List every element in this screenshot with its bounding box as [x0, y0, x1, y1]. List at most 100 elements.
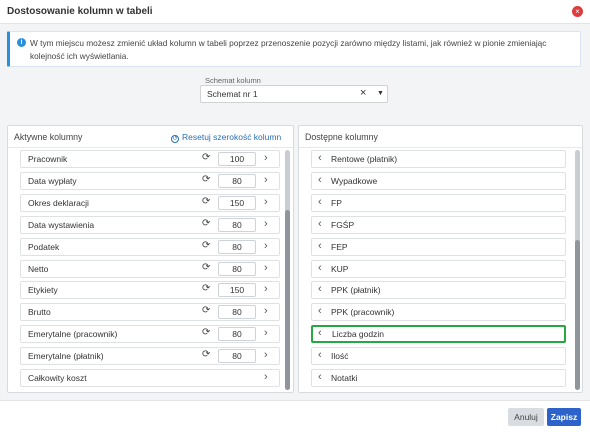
cancel-button[interactable]: Anuluj — [508, 408, 544, 426]
chevron-left-icon[interactable]: ‹ — [318, 174, 322, 186]
chevron-right-icon[interactable]: › — [264, 371, 268, 383]
chevron-right-icon[interactable]: › — [264, 218, 268, 230]
close-icon[interactable]: × — [572, 6, 583, 17]
chevron-right-icon[interactable]: › — [264, 152, 268, 164]
column-width-input[interactable]: 100 — [218, 152, 256, 166]
chevron-left-icon[interactable]: ‹ — [318, 218, 322, 230]
column-label: FGŚP — [331, 219, 355, 230]
refresh-icon[interactable]: ⟳ — [202, 262, 210, 273]
chevron-left-icon[interactable]: ‹ — [318, 240, 322, 252]
dialog-body: i W tym miejscu możesz zmienić układ kol… — [0, 24, 590, 400]
column-label: Notatki — [331, 373, 358, 383]
refresh-icon[interactable]: ⟳ — [202, 218, 210, 229]
chevron-left-icon[interactable]: ‹ — [318, 262, 322, 274]
column-label: Brutto — [28, 307, 51, 318]
available-column-row[interactable]: ‹ FP — [311, 193, 566, 212]
schema-select[interactable]: Schemat nr 1 × ▼ — [200, 85, 388, 103]
reset-width-link[interactable]: ↺ Resetuj szerokość kolumn — [171, 132, 281, 143]
available-scrollbar-thumb[interactable] — [575, 240, 580, 390]
column-label: PPK (pracownik) — [331, 307, 395, 318]
active-column-row[interactable]: Etykiety ⟳ 150 › — [20, 281, 280, 300]
info-text: W tym miejscu możesz zmienić układ kolum… — [30, 38, 547, 61]
info-icon: i — [17, 38, 26, 47]
active-scrollbar-thumb[interactable] — [285, 210, 290, 390]
chevron-right-icon[interactable]: › — [264, 174, 268, 186]
column-label: Okres deklaracji — [28, 197, 89, 208]
refresh-icon[interactable]: ⟳ — [202, 327, 210, 338]
refresh-icon[interactable]: ⟳ — [202, 240, 210, 251]
clear-icon[interactable]: × — [360, 87, 366, 99]
active-column-row[interactable]: Data wystawienia ⟳ 80 › — [20, 215, 280, 234]
column-width-input[interactable]: 80 — [218, 217, 256, 232]
chevron-left-icon[interactable]: ‹ — [318, 196, 322, 208]
save-button[interactable]: Zapisz — [547, 408, 581, 426]
refresh-icon[interactable]: ⟳ — [202, 152, 210, 163]
active-column-row[interactable]: Emerytalne (pracownik) ⟳ 80 › — [20, 325, 280, 344]
column-label: KUP — [331, 263, 349, 274]
chevron-left-icon[interactable]: ‹ — [318, 283, 322, 295]
column-width-input[interactable]: 80 — [218, 261, 256, 276]
column-width-input[interactable]: 80 — [218, 173, 256, 188]
refresh-icon[interactable]: ⟳ — [202, 349, 210, 360]
available-columns-header: Dostępne kolumny — [299, 126, 582, 148]
active-column-row[interactable]: Okres deklaracji ⟳ 150 › — [20, 193, 280, 212]
chevron-right-icon[interactable]: › — [264, 240, 268, 252]
column-label: Netto — [28, 263, 49, 274]
chevron-left-icon[interactable]: ‹ — [318, 371, 322, 383]
column-label: Ilość — [331, 351, 349, 362]
chevron-left-icon[interactable]: ‹ — [318, 305, 322, 317]
info-box: i W tym miejscu możesz zmienić układ kol… — [7, 31, 581, 67]
available-columns-panel: Dostępne kolumny ‹ Rentowe (płatnik) ‹ Wypa… — [298, 125, 583, 393]
available-column-row[interactable]: ‹ PPK (pracownik) — [311, 303, 566, 322]
active-scrollbar[interactable] — [285, 150, 290, 390]
chevron-right-icon[interactable]: › — [264, 349, 268, 361]
available-column-row[interactable]: ‹ PPK (płatnik) — [311, 281, 566, 300]
column-label: Emerytalne (płatnik) — [28, 351, 104, 362]
refresh-icon[interactable]: ⟳ — [202, 196, 210, 207]
active-columns-title: Aktywne kolumny — [14, 132, 83, 142]
available-column-row[interactable]: ‹ Wypadkowe — [311, 171, 566, 190]
available-column-row[interactable]: ‹ FEP — [311, 237, 566, 256]
chevron-left-icon[interactable]: ‹ — [318, 327, 322, 339]
chevron-down-icon[interactable]: ▼ — [377, 90, 384, 97]
column-label: Pracownik — [28, 154, 68, 164]
column-width-input[interactable]: 150 — [218, 283, 256, 298]
chevron-left-icon[interactable]: ‹ — [318, 349, 322, 361]
column-label: FEP — [331, 241, 348, 252]
available-column-row[interactable]: ‹ FGŚP — [311, 215, 566, 234]
column-width-input[interactable]: 150 — [218, 195, 256, 210]
active-column-row[interactable]: Emerytalne (płatnik) ⟳ 80 › — [20, 347, 280, 366]
available-column-row[interactable]: ‹ Liczba godzin — [311, 325, 566, 344]
column-label: PPK (płatnik) — [331, 285, 381, 296]
chevron-left-icon[interactable]: ‹ — [318, 152, 322, 164]
refresh-icon[interactable]: ⟳ — [202, 174, 210, 185]
column-label: FP — [331, 197, 342, 208]
chevron-right-icon[interactable]: › — [264, 262, 268, 274]
chevron-right-icon[interactable]: › — [264, 305, 268, 317]
chevron-right-icon[interactable]: › — [264, 196, 268, 208]
column-width-input[interactable]: 80 — [218, 305, 256, 320]
chevron-right-icon[interactable]: › — [264, 327, 268, 339]
active-column-row[interactable]: Data wypłaty ⟳ 80 › — [20, 171, 280, 190]
active-column-row[interactable]: Brutto ⟳ 80 › — [20, 303, 280, 322]
schema-value: Schemat nr 1 — [207, 89, 258, 99]
refresh-icon[interactable]: ⟳ — [202, 283, 210, 294]
reset-icon: ↺ — [171, 135, 179, 143]
column-width-input[interactable]: 80 — [218, 239, 256, 254]
chevron-right-icon[interactable]: › — [264, 283, 268, 295]
refresh-icon[interactable]: ⟳ — [202, 305, 210, 316]
available-column-row[interactable]: ‹ Ilość — [311, 347, 566, 366]
available-column-row[interactable]: ‹ Notatki — [311, 369, 566, 387]
column-label: Emerytalne (pracownik) — [28, 329, 118, 340]
column-width-input[interactable]: 80 — [218, 327, 256, 342]
available-scrollbar[interactable] — [575, 150, 580, 390]
column-width-input[interactable]: 80 — [218, 349, 256, 364]
active-column-row[interactable]: Pracownik ⟳ 100 › — [20, 150, 280, 168]
available-column-row[interactable]: ‹ KUP — [311, 259, 566, 278]
column-label: Etykiety — [28, 285, 58, 296]
active-column-row[interactable]: Netto ⟳ 80 › — [20, 259, 280, 278]
available-column-row[interactable]: ‹ Rentowe (płatnik) — [311, 150, 566, 168]
active-column-row[interactable]: Podatek ⟳ 80 › — [20, 237, 280, 256]
active-column-row[interactable]: Całkowity koszt › — [20, 369, 280, 387]
active-columns-panel: Aktywne kolumny ↺ Resetuj szerokość kolum… — [7, 125, 294, 393]
